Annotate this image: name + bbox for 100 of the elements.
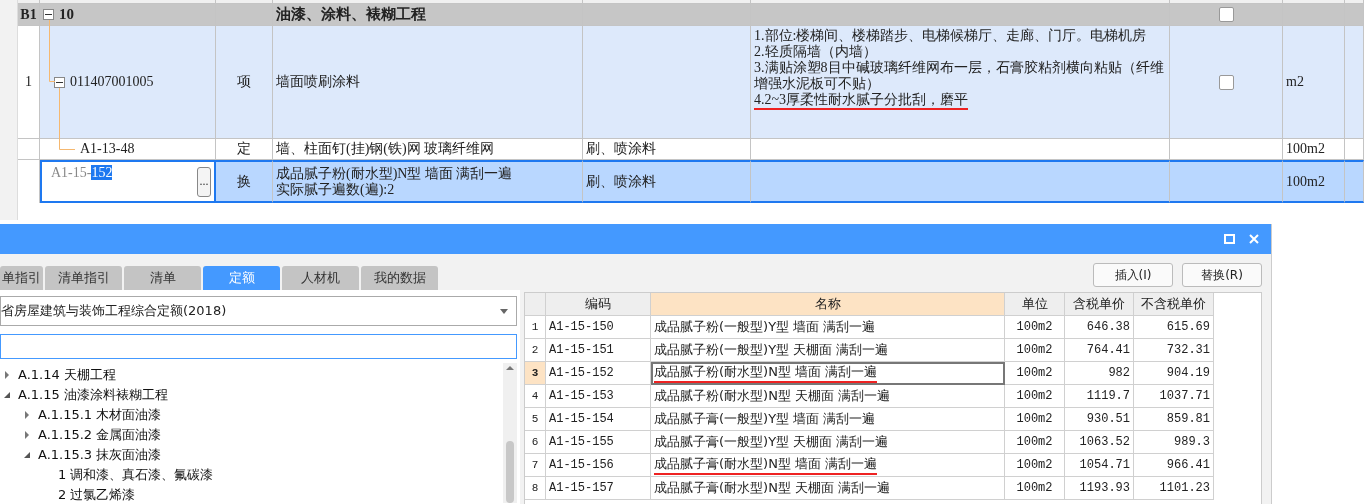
table-row[interactable]: B1 10 油漆、涂料、裱糊工程 xyxy=(18,4,1364,26)
table-cell: 732.31 xyxy=(1134,339,1214,362)
row-number: 1 xyxy=(525,316,546,339)
table-cell: 989.3 xyxy=(1134,431,1214,454)
description-line: 2.轻质隔墙（内墙） xyxy=(754,44,877,60)
column-header[interactable]: 单位 xyxy=(1005,293,1065,316)
tab[interactable]: 清单 xyxy=(124,266,201,290)
scrollbar[interactable] xyxy=(503,363,517,503)
table-cell: 成品腻子粉(一般型)Y型 墙面 满刮一遍 xyxy=(651,316,1005,339)
tree-item[interactable]: A.1.14 天棚工程 xyxy=(18,366,116,384)
table-cell: 1063.52 xyxy=(1065,431,1134,454)
table-cell: 100m2 xyxy=(1286,141,1325,157)
table-cell: A1-15-150 xyxy=(546,316,651,339)
row-number: 2 xyxy=(525,339,546,362)
browse-button[interactable]: ... xyxy=(197,166,211,197)
table-row[interactable]: 1 011407001005 项 墙面喷刷涂料 1.部位:楼梯间、楼梯踏步、电梯候梯厅、走廊、门厅。电梯机房 2.轻质隔墙（内墙） 3.满贴涂塑8目中碱玻璃纤维网布一层，石膏胶粘剂横向粘贴（纤维增强水泥板可不贴） 4.2~3厚柔性耐水腻子分批刮，磨平 m2 xyxy=(18,26,1364,139)
table-cell: 615.69 xyxy=(1134,316,1214,339)
table-cell: 成品腻子膏(耐水型)N型 天棚面 满刮一遍 xyxy=(651,477,1005,500)
collapse-icon[interactable] xyxy=(43,9,54,20)
column-header[interactable]: 不含税单价 xyxy=(1134,293,1214,316)
table-cell: 100m2 xyxy=(1005,385,1065,408)
table-cell: m2 xyxy=(1286,74,1304,90)
description-line: 1.部位:楼梯间、楼梯踏步、电梯候梯厅、走廊、门厅。电梯机房 xyxy=(754,28,1147,44)
column-header[interactable]: 含税单价 xyxy=(1065,293,1134,316)
table-cell: 100m2 xyxy=(1005,431,1065,454)
expand-arrow-icon[interactable] xyxy=(23,411,31,419)
table-cell: 成品腻子膏(耐水型)N型 墙面 满刮一遍 xyxy=(651,454,1005,477)
tree-item[interactable]: A.1.15.1 木材面油漆 xyxy=(38,406,162,424)
row-number: 7 xyxy=(525,454,546,477)
table-cell: 100m2 xyxy=(1005,316,1065,339)
tab[interactable]: 清单指引 xyxy=(45,266,122,290)
collapse-arrow-icon[interactable] xyxy=(23,451,31,459)
scroll-up-icon[interactable] xyxy=(506,366,514,370)
column-header[interactable]: 名称 xyxy=(651,293,1005,316)
table-cell: A1-15-157 xyxy=(546,477,651,500)
table-cell: 成品腻子粉(一般型)Y型 天棚面 满刮一遍 xyxy=(651,339,1005,362)
dropdown-caret-icon[interactable] xyxy=(500,308,508,314)
table-cell: 成品腻子膏(一般型)Y型 墙面 满刮一遍 xyxy=(651,408,1005,431)
table-row[interactable]: A1-13-48 定 墙、柱面钉(挂)钢(铁)网 玻璃纤维网 刷、喷涂料 100m2 xyxy=(18,139,1364,160)
checkbox[interactable] xyxy=(1218,74,1234,90)
table-cell: 成品腻子粉(耐水型)N型 墙面 满刮一遍 实际腻子遍数(遍):2 xyxy=(276,165,513,198)
table-cell: 1193.93 xyxy=(1065,477,1134,500)
table-cell: 100m2 xyxy=(1005,454,1065,477)
tree-item[interactable]: 1 调和漆、真石漆、氟碳漆 xyxy=(58,466,214,484)
table-cell: 100m2 xyxy=(1005,477,1065,500)
row-number: 6 xyxy=(525,431,546,454)
table-cell: 904.19 xyxy=(1134,362,1214,385)
table-cell: 成品腻子膏(一般型)Y型 天棚面 满刮一遍 xyxy=(651,431,1005,454)
table-cell: 764.41 xyxy=(1065,339,1134,362)
tab[interactable]: 单指引 xyxy=(0,266,43,290)
search-field[interactable] xyxy=(0,334,517,359)
table-cell: 定 xyxy=(237,140,251,158)
description-line: 3.满贴涂塑8目中碱玻璃纤维网布一层，石膏胶粘剂横向粘贴（纤维增强水泥板可不贴） xyxy=(754,60,1165,92)
table-cell: A1-13-48 xyxy=(80,141,135,157)
library-dropdown[interactable]: 省房屋建筑与装饰工程综合定额(2018) xyxy=(0,296,517,326)
expand-arrow-icon[interactable] xyxy=(23,431,31,439)
table-cell: 1054.71 xyxy=(1065,454,1134,477)
table-cell: 刷、喷涂料 xyxy=(586,140,656,158)
tree-item[interactable]: 2 过氯乙烯漆 xyxy=(58,486,136,504)
table-cell: A1-15-151 xyxy=(546,339,651,362)
tree-item[interactable]: A.1.15.2 金属面油漆 xyxy=(38,426,162,444)
table-cell: A1-15-152 xyxy=(546,362,651,385)
table-cell: 100m2 xyxy=(1286,173,1325,190)
table-cell: 011407001005 xyxy=(70,74,154,90)
description-line: 4.2~3厚柔性耐水腻子分批刮，磨平 xyxy=(754,92,969,110)
dialog-button[interactable]: 替换(R) xyxy=(1182,263,1262,287)
dialog-button[interactable]: 插入(I) xyxy=(1093,263,1173,287)
table-cell: A1-15-156 xyxy=(546,454,651,477)
tree-item[interactable]: A.1.15.3 抹灰面油漆 xyxy=(38,446,162,464)
close-icon[interactable] xyxy=(1249,234,1259,244)
tab[interactable]: 人材机 xyxy=(282,266,359,290)
row-number: 4 xyxy=(525,385,546,408)
table-cell: A1-15-154 xyxy=(546,408,651,431)
checkbox[interactable] xyxy=(1218,7,1234,22)
row-number: 8 xyxy=(525,477,546,500)
tree-item[interactable]: A.1.15 油漆涂料裱糊工程 xyxy=(18,386,168,404)
column-header[interactable]: 编码 xyxy=(546,293,651,316)
table-row[interactable]: A1-15-152 ... 换 成品腻子粉(耐水型)N型 墙面 满刮一遍 实际腻子遍数(遍):2 刷、喷涂料 100m2 xyxy=(18,160,1364,203)
table-cell: 1101.23 xyxy=(1134,477,1214,500)
table-cell: 966.41 xyxy=(1134,454,1214,477)
row-number: 3 xyxy=(525,362,546,385)
table-cell: A1-15-153 xyxy=(546,385,651,408)
table-cell: 换 xyxy=(237,172,251,191)
row-header: 1 xyxy=(18,26,40,139)
table-cell: 墙、柱面钉(挂)钢(铁)网 玻璃纤维网 xyxy=(276,140,495,158)
table-cell: 油漆、涂料、裱糊工程 xyxy=(276,5,426,24)
table-cell: 646.38 xyxy=(1065,316,1134,339)
row-number: 5 xyxy=(525,408,546,431)
collapse-arrow-icon[interactable] xyxy=(3,391,11,399)
scroll-thumb[interactable] xyxy=(506,441,514,503)
collapse-icon[interactable] xyxy=(54,76,65,88)
table-cell: 859.81 xyxy=(1134,408,1214,431)
maximize-icon[interactable] xyxy=(1224,234,1235,244)
table-cell: 1037.71 xyxy=(1134,385,1214,408)
expand-arrow-icon[interactable] xyxy=(3,371,11,379)
code-input-field[interactable]: A1-15-152 ... xyxy=(40,160,216,203)
table-cell: A1-15-155 xyxy=(546,431,651,454)
tab[interactable]: 我的数据 xyxy=(361,266,438,290)
table-cell: 项 xyxy=(237,73,251,91)
table-cell: 100m2 xyxy=(1005,408,1065,431)
